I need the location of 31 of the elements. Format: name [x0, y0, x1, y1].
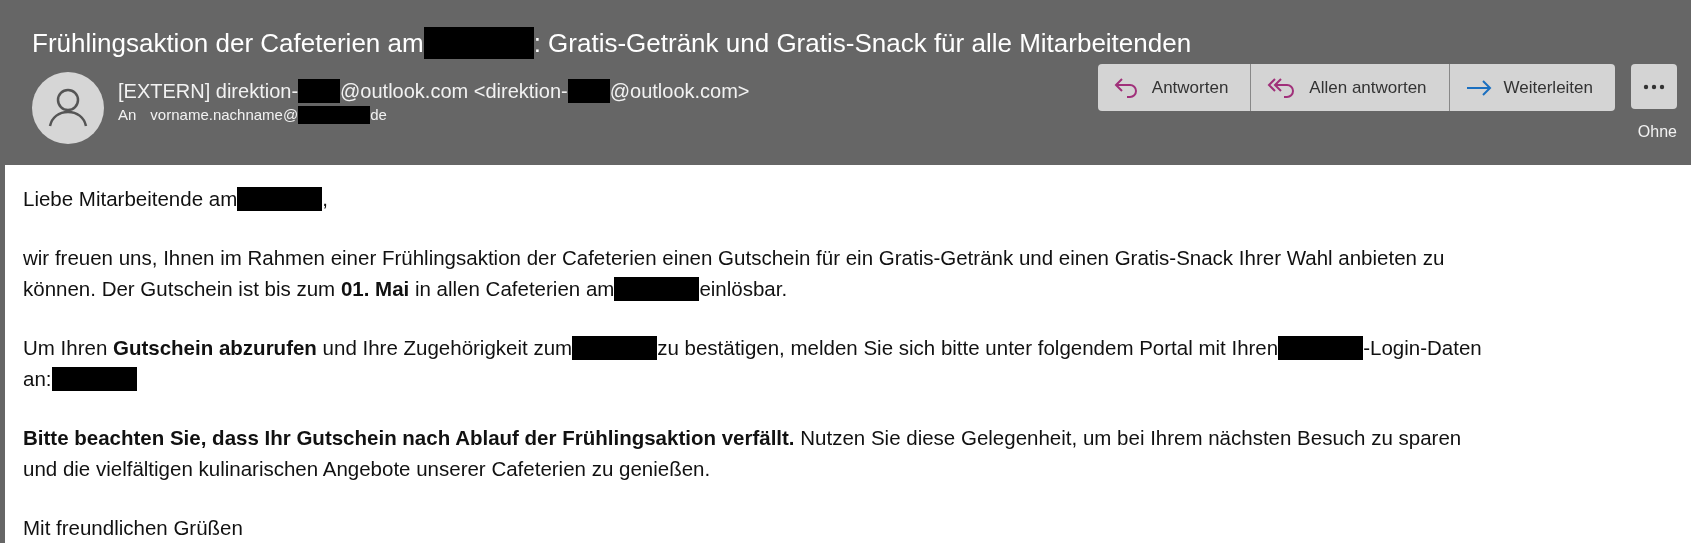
redaction-bar: [567, 79, 610, 103]
reply-button[interactable]: Antworten: [1097, 64, 1252, 111]
reply-icon: [1113, 76, 1140, 99]
more-button[interactable]: [1631, 64, 1677, 109]
reply-all-button[interactable]: Allen antworten: [1251, 64, 1450, 111]
arrow-right-icon: [1465, 79, 1492, 96]
forward-button[interactable]: Weiterleiten: [1449, 64, 1615, 111]
text: einlösbar.: [699, 277, 788, 300]
text: ,: [322, 187, 328, 210]
redaction-bar: [298, 79, 341, 103]
text: wir freuen uns, Ihnen im Rahmen einer Frühlingsaktion der Cafeterien einen Gutschein für ein Gratis-Getränk und einen Gratis-Snack Ihrer Wahl anbieten zu: [23, 246, 1445, 269]
text: @outlook.com <direktion-: [340, 80, 568, 102]
text: : Gratis-Getränk und Gratis-Snack für alle Mitarbeitenden: [533, 28, 1192, 58]
text: und die vielfältigen kulinarischen Angebote unserer Cafeterien zu genießen.: [23, 457, 711, 480]
text: zu bestätigen, melden Sie sich bitte unter folgendem Portal mit Ihren: [657, 336, 1279, 359]
text: können. Der Gutschein ist bis zum 01. Mai in allen Cafeterien am: [23, 277, 615, 300]
text: an:: [23, 367, 52, 390]
avatar-icon: [32, 72, 104, 144]
text: [EXTERN] direktion-: [118, 80, 299, 102]
text: Um Ihren Gutschein abzurufen und Ihre Zugehörigkeit zum: [23, 336, 573, 359]
text: -Login-Daten: [1363, 336, 1482, 359]
to-label: An: [118, 106, 137, 124]
text: Bitte beachten Sie, dass Ihr Gutschein nach Ablauf der Frühlingsaktion verfällt. Nutzen Sie diese Gelegenheit, um bei Ihrem nächsten Besuch zu sparen: [23, 426, 1462, 449]
text: vorname.nachname@: [150, 106, 299, 124]
text: @outlook.com>: [609, 80, 750, 102]
text: Liebe Mitarbeitende am: [23, 187, 238, 210]
label: Ohne: [1637, 123, 1677, 141]
text: de: [370, 106, 387, 124]
text: Frühlingsaktion der Cafeterien am: [32, 28, 424, 58]
text: Mit freundlichen Grüßen: [23, 516, 243, 539]
more-icon: [1643, 83, 1665, 90]
